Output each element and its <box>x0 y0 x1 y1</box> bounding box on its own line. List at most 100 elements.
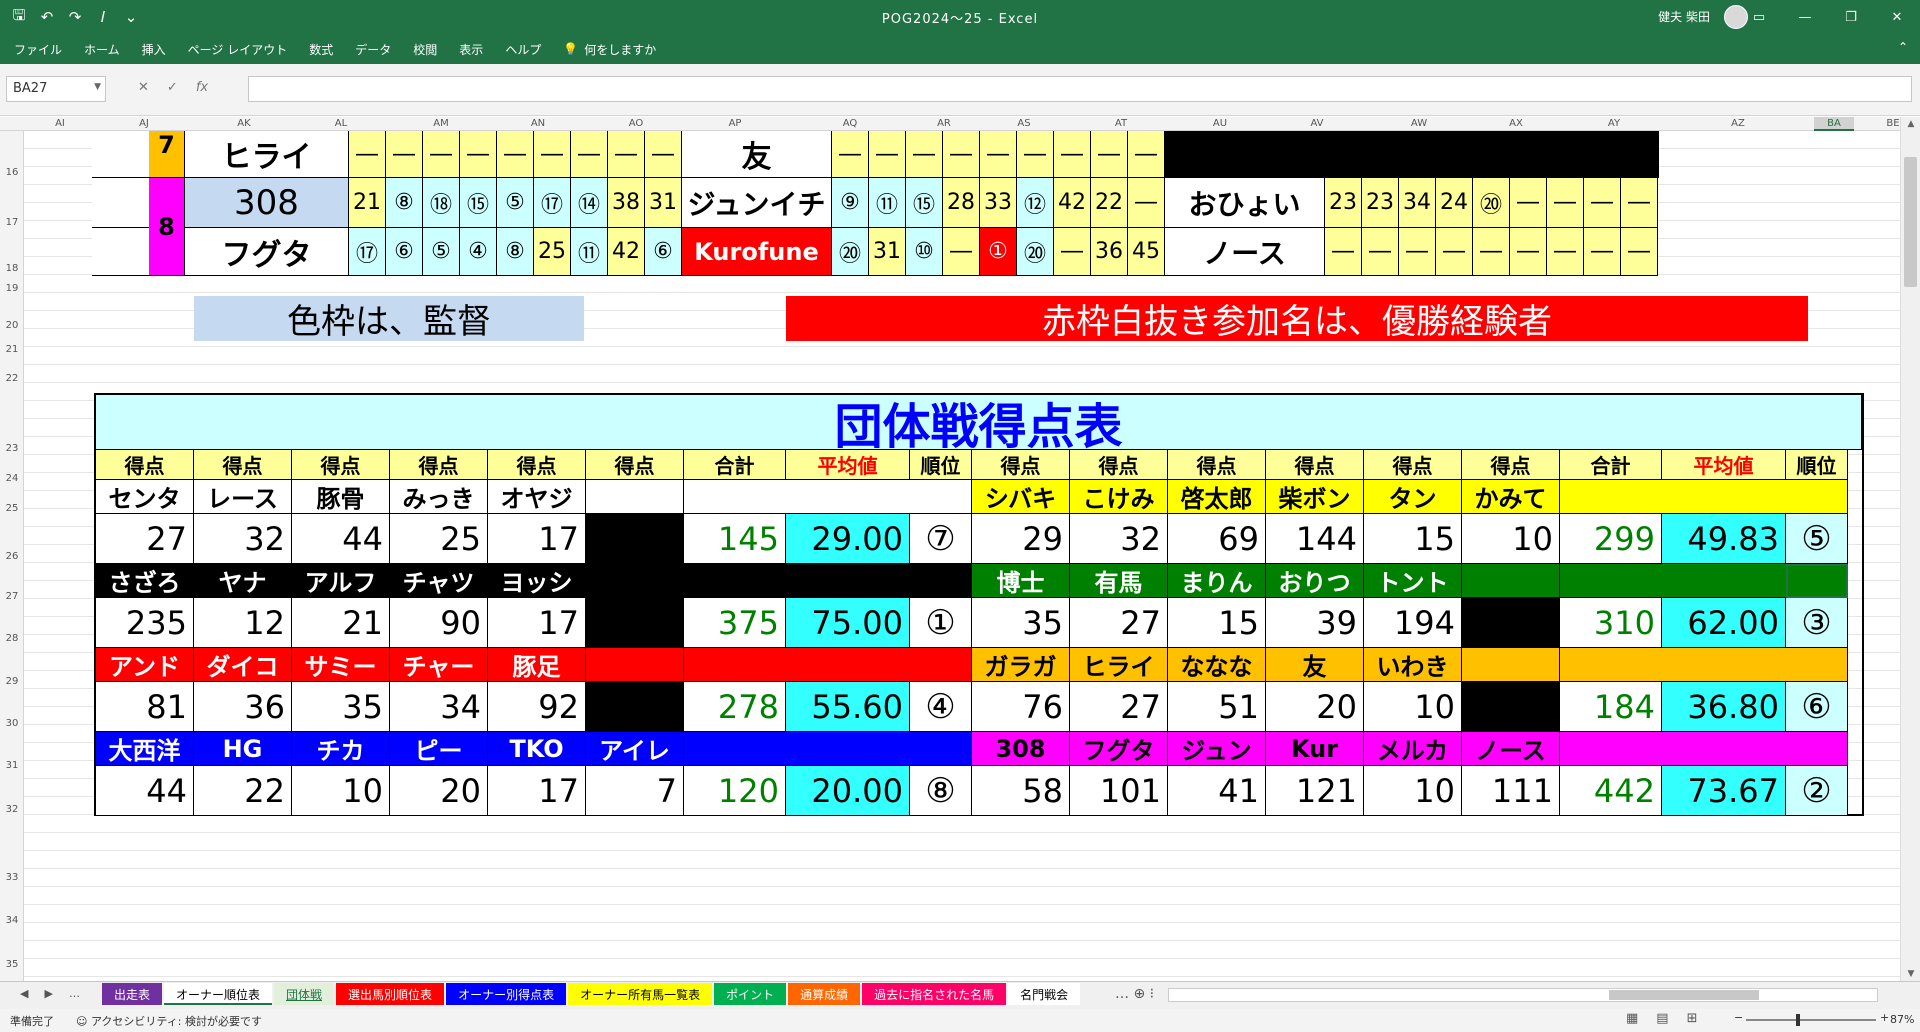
team-average[interactable]: 73.67 <box>1662 766 1786 816</box>
score-cell[interactable]: 36 <box>1091 228 1128 276</box>
ribbon-tab[interactable]: データ <box>355 41 391 58</box>
column-header[interactable]: AJ <box>124 117 164 131</box>
member-score[interactable]: 32 <box>1070 514 1168 564</box>
score-cell[interactable]: 38 <box>608 178 645 228</box>
scroll-down-icon[interactable]: ▼ <box>1901 969 1920 979</box>
member-score[interactable]: 25 <box>390 514 488 564</box>
score-cell[interactable]: ⑳ <box>832 228 869 276</box>
member-name[interactable]: まりん <box>1168 564 1266 598</box>
score-cell[interactable]: ― <box>1473 228 1510 276</box>
member-score[interactable]: 27 <box>1070 598 1168 648</box>
score-cell[interactable]: ― <box>1399 228 1436 276</box>
score-cell[interactable]: 21 <box>349 178 386 228</box>
cancel-icon[interactable]: ✕ <box>138 80 149 95</box>
team-total[interactable]: 310 <box>1560 598 1662 648</box>
owner-name[interactable]: 友 <box>682 131 832 178</box>
header-score[interactable]: 得点 <box>586 450 684 480</box>
member-score[interactable]: 29 <box>972 514 1070 564</box>
member-name[interactable]: こけみ <box>1070 480 1168 514</box>
row-header[interactable]: 17 <box>0 217 24 228</box>
column-header[interactable]: AS <box>1004 117 1044 131</box>
member-score[interactable]: 10 <box>292 766 390 816</box>
more-sheets-icon[interactable]: … <box>69 987 80 1000</box>
horizontal-scrollbar[interactable] <box>1168 988 1878 1002</box>
member-score[interactable]: 35 <box>292 682 390 732</box>
score-cell[interactable]: ― <box>943 131 980 178</box>
score-cell[interactable]: ― <box>1510 228 1547 276</box>
score-cell[interactable]: 28 <box>943 178 980 228</box>
member-score[interactable]: 76 <box>972 682 1070 732</box>
score-cell[interactable]: ― <box>906 131 943 178</box>
member-score[interactable]: 121 <box>1266 766 1364 816</box>
column-header[interactable]: AV <box>1297 117 1337 131</box>
member-score[interactable]: 44 <box>96 766 194 816</box>
member-score[interactable]: 81 <box>96 682 194 732</box>
team-rank[interactable]: ⑧ <box>910 766 972 816</box>
member-score[interactable]: 92 <box>488 682 586 732</box>
member-name[interactable]: センタ <box>96 480 194 514</box>
score-cell[interactable]: ― <box>1017 131 1054 178</box>
member-score[interactable]: 194 <box>1364 598 1462 648</box>
sheet-tab[interactable]: 通算成績 <box>788 983 861 1005</box>
sheet-tab[interactable]: ポイント <box>714 983 787 1005</box>
row-header[interactable]: 16 <box>0 167 24 178</box>
column-header[interactable]: AR <box>924 117 964 131</box>
vertical-scrollbar[interactable]: ▲ ▼ <box>1900 117 1920 981</box>
member-name[interactable]: TKO <box>488 732 586 766</box>
row-header[interactable]: 35 <box>0 959 24 970</box>
score-cell[interactable]: 33 <box>980 178 1017 228</box>
sheet-tab[interactable]: オーナー別得点表 <box>446 983 567 1005</box>
member-name[interactable]: さざろ <box>96 564 194 598</box>
member-score[interactable]: 32 <box>194 514 292 564</box>
member-name[interactable]: ヤナ <box>194 564 292 598</box>
row-header[interactable]: 22 <box>0 373 24 384</box>
score-cell[interactable]: ⑱ <box>423 178 460 228</box>
enter-icon[interactable]: ✓ <box>167 80 178 95</box>
team-total[interactable]: 299 <box>1560 514 1662 564</box>
team-total[interactable]: 375 <box>684 598 786 648</box>
user-name[interactable]: 健夫 柴田 <box>1658 8 1710 25</box>
score-cell[interactable]: ⑳ <box>1473 178 1510 228</box>
member-name[interactable]: ピー <box>390 732 488 766</box>
zoom-slider-thumb[interactable] <box>1796 1014 1800 1026</box>
row-header[interactable]: 19 <box>0 283 24 294</box>
ribbon-display-icon[interactable]: ▭ <box>1736 0 1782 34</box>
save-icon[interactable]: 🖫 <box>10 5 28 30</box>
horizontal-scroll-thumb[interactable] <box>1609 990 1759 1000</box>
team-rank[interactable]: ⑥ <box>1786 682 1848 732</box>
team-band[interactable] <box>684 732 972 766</box>
ribbon-tab[interactable]: 挿入 <box>142 41 166 58</box>
score-cell[interactable]: ⑨ <box>832 178 869 228</box>
group-number[interactable]: 8 <box>149 178 185 276</box>
score-cell[interactable]: ① <box>980 228 1017 276</box>
score-cell[interactable]: 23 <box>1362 178 1399 228</box>
score-cell[interactable]: 42 <box>1054 178 1091 228</box>
ribbon-tab[interactable]: 数式 <box>309 41 333 58</box>
score-cell[interactable]: ― <box>1362 228 1399 276</box>
member-name[interactable] <box>586 564 684 598</box>
member-score[interactable]: 27 <box>96 514 194 564</box>
member-name[interactable]: チカ <box>292 732 390 766</box>
member-score[interactable]: 69 <box>1168 514 1266 564</box>
team-rank[interactable]: ② <box>1786 766 1848 816</box>
member-score[interactable]: 51 <box>1168 682 1266 732</box>
chevron-down-icon[interactable]: ▼ <box>94 82 101 92</box>
member-score[interactable]: 41 <box>1168 766 1266 816</box>
team-band[interactable] <box>1560 480 1848 514</box>
member-score[interactable]: 17 <box>488 766 586 816</box>
tell-me-search[interactable]: 💡 何をしますか <box>563 41 656 58</box>
member-name[interactable]: フグタ <box>1070 732 1168 766</box>
row-header[interactable]: 20 <box>0 320 24 331</box>
score-cell[interactable]: 25 <box>534 228 571 276</box>
score-cell[interactable]: ― <box>497 131 534 178</box>
score-cell[interactable]: ⑪ <box>571 228 608 276</box>
score-cell[interactable]: 22 <box>1091 178 1128 228</box>
score-cell[interactable]: ― <box>349 131 386 178</box>
team-band[interactable] <box>684 480 972 514</box>
column-header[interactable]: AI <box>40 117 80 131</box>
group-number[interactable]: 7 <box>149 131 185 178</box>
team-band[interactable] <box>1560 732 1848 766</box>
sheet-tab[interactable]: 過去に指名された名馬 <box>862 983 1007 1005</box>
zoom-in-icon[interactable]: + <box>1880 1011 1889 1024</box>
member-score[interactable] <box>586 514 684 564</box>
